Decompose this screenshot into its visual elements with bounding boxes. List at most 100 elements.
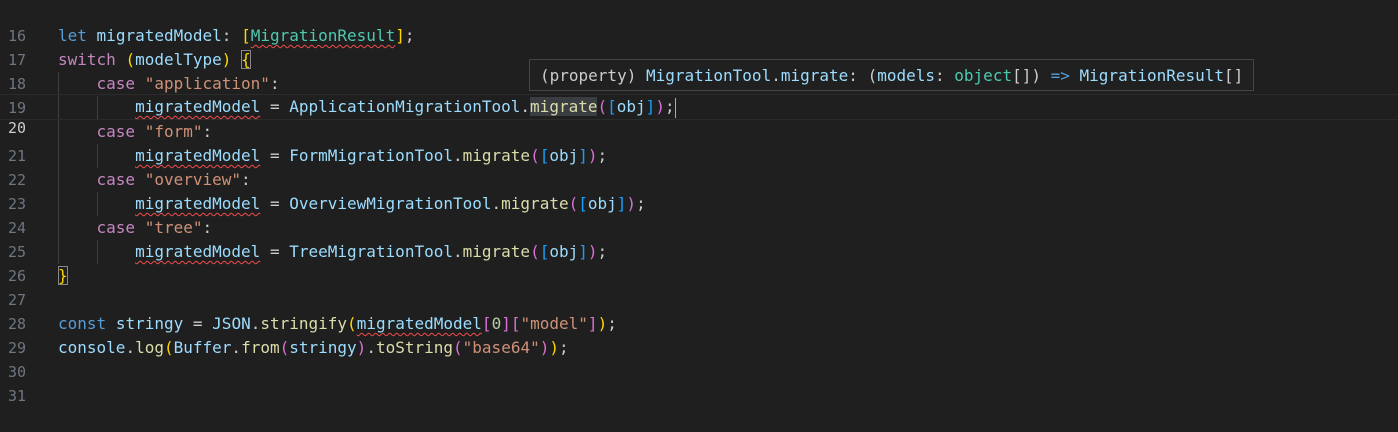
bracket: ] bbox=[578, 146, 588, 165]
code-line[interactable]: 23 case "overview": bbox=[0, 168, 1398, 213]
punctuation: : bbox=[202, 122, 213, 141]
string-literal: "base64" bbox=[462, 338, 540, 357]
code-text: migratedModel = ApplicationMigrationTool… bbox=[58, 96, 676, 118]
bracket: ] bbox=[645, 97, 656, 116]
operator: = bbox=[269, 97, 280, 116]
punctuation: : bbox=[269, 74, 280, 93]
keyword: let bbox=[58, 26, 87, 45]
punctuation: . bbox=[125, 338, 136, 357]
bracket: ( bbox=[568, 194, 579, 213]
code-line[interactable]: 29 const stringy = JSON.stringify(migrat… bbox=[0, 312, 1398, 357]
identifier: migratedModel bbox=[135, 146, 261, 165]
bracket: [ bbox=[539, 146, 550, 165]
identifier: migratedModel bbox=[135, 242, 261, 261]
punctuation: [] bbox=[1012, 66, 1032, 85]
code-text: case "form": bbox=[58, 120, 213, 144]
code-line[interactable]: 28 bbox=[0, 288, 1398, 333]
bracket: ( bbox=[279, 338, 290, 357]
keyword: case bbox=[96, 170, 136, 189]
bracket: [ bbox=[539, 242, 550, 261]
function-name: from bbox=[241, 338, 280, 357]
punctuation: ; bbox=[597, 146, 608, 165]
number-literal: 0 bbox=[491, 314, 502, 333]
function-name: toString bbox=[375, 338, 454, 357]
code-line[interactable]: 16 bbox=[0, 0, 1398, 45]
identifier: migratedModel bbox=[96, 26, 222, 45]
punctuation: ; bbox=[597, 242, 608, 261]
keyword: case bbox=[96, 122, 136, 141]
code-line[interactable]: 21 case "form": bbox=[0, 120, 1398, 165]
operator: = bbox=[192, 314, 203, 333]
identifier: TreeMigrationTool bbox=[289, 242, 453, 261]
operator: = bbox=[269, 242, 280, 261]
identifier: ApplicationMigrationTool bbox=[289, 97, 521, 116]
keyword: const bbox=[58, 314, 107, 333]
code-line[interactable]: 25 case "tree": bbox=[0, 216, 1398, 261]
bracket: ] bbox=[578, 242, 588, 261]
code-line[interactable]: 30 console.log(Buffer.from(stringy).toSt… bbox=[0, 336, 1398, 381]
bracket: ( bbox=[530, 146, 540, 165]
bracket: ( bbox=[125, 50, 136, 69]
string-literal: "form" bbox=[144, 122, 203, 141]
bracket: [ bbox=[578, 194, 588, 213]
code-line[interactable]: 22 migratedModel = FormMigrationTool.mig… bbox=[0, 144, 1398, 189]
operator: = bbox=[269, 146, 280, 165]
hover-tooltip: (property) MigrationTool.migrate: (model… bbox=[529, 59, 1255, 91]
code-text: } bbox=[58, 264, 68, 288]
identifier: stringy bbox=[289, 338, 357, 357]
keyword: case bbox=[96, 74, 136, 93]
bracket: ) bbox=[356, 338, 367, 357]
punctuation: . bbox=[231, 338, 242, 357]
bracket: ( bbox=[347, 314, 357, 333]
bracket: ) bbox=[626, 194, 637, 213]
type-name: MigrationResult bbox=[250, 26, 396, 45]
tooltip-member: migrate bbox=[780, 66, 849, 85]
function-name: stringify bbox=[260, 314, 348, 333]
punctuation: ; bbox=[607, 314, 617, 333]
punctuation: [] bbox=[1224, 66, 1244, 85]
code-line[interactable]: 31 bbox=[0, 360, 1398, 405]
punctuation: ; bbox=[664, 97, 675, 116]
code-text: console.log(Buffer.from(stringy).toStrin… bbox=[58, 336, 569, 360]
punctuation: : bbox=[848, 66, 858, 85]
tooltip-param-type: object bbox=[954, 66, 1013, 85]
code-line[interactable]: 26 migratedModel = TreeMigrationTool.mig… bbox=[0, 240, 1398, 285]
keyword: switch bbox=[58, 50, 116, 69]
tooltip-param: models bbox=[877, 66, 935, 85]
function-name: migrate bbox=[462, 146, 531, 165]
function-name[interactable]: migrate bbox=[530, 97, 598, 116]
code-editor[interactable]: 16 17 let migratedModel: [MigrationResul… bbox=[0, 0, 1398, 427]
identifier: FormMigrationTool bbox=[289, 146, 453, 165]
tooltip-kind: (property) bbox=[540, 66, 637, 85]
matched-brace: { bbox=[241, 50, 251, 69]
code-line-current[interactable]: 20 migratedModel = ApplicationMigrationT… bbox=[0, 94, 1398, 137]
line-number: 31 bbox=[7, 387, 26, 405]
identifier: migratedModel bbox=[135, 194, 261, 213]
identifier: obj bbox=[587, 194, 617, 213]
punctuation: ( bbox=[867, 66, 878, 85]
identifier: modelType bbox=[135, 50, 222, 69]
punctuation: : bbox=[221, 26, 232, 45]
tooltip-owner: MigrationTool bbox=[645, 66, 772, 85]
code-text: switch (modelType) { bbox=[58, 48, 251, 72]
bracket: ) bbox=[587, 146, 598, 165]
identifier: migratedModel bbox=[356, 314, 482, 333]
code-line[interactable]: 24 migratedModel = OverviewMigrationTool… bbox=[0, 192, 1398, 237]
function-name: migrate bbox=[501, 194, 569, 213]
code-text: migratedModel = TreeMigrationTool.migrat… bbox=[58, 240, 607, 264]
code-text: case "tree": bbox=[58, 216, 213, 240]
code-line[interactable]: 27 } bbox=[0, 264, 1398, 309]
matched-brace: } bbox=[58, 266, 68, 285]
bracket: ) bbox=[655, 97, 665, 116]
string-literal: "application" bbox=[144, 74, 270, 93]
identifier: stringy bbox=[115, 314, 184, 333]
code-text: let migratedModel: [MigrationResult]; bbox=[58, 24, 414, 48]
bracket: ] bbox=[501, 314, 511, 333]
bracket: [ bbox=[481, 314, 492, 333]
code-line[interactable]: 17 let migratedModel: [MigrationResult]; bbox=[0, 24, 1398, 69]
keyword: case bbox=[96, 218, 136, 237]
identifier: migratedModel bbox=[135, 97, 261, 116]
punctuation: ; bbox=[559, 338, 569, 357]
text-cursor bbox=[674, 97, 676, 118]
bracket: ] bbox=[395, 26, 405, 45]
